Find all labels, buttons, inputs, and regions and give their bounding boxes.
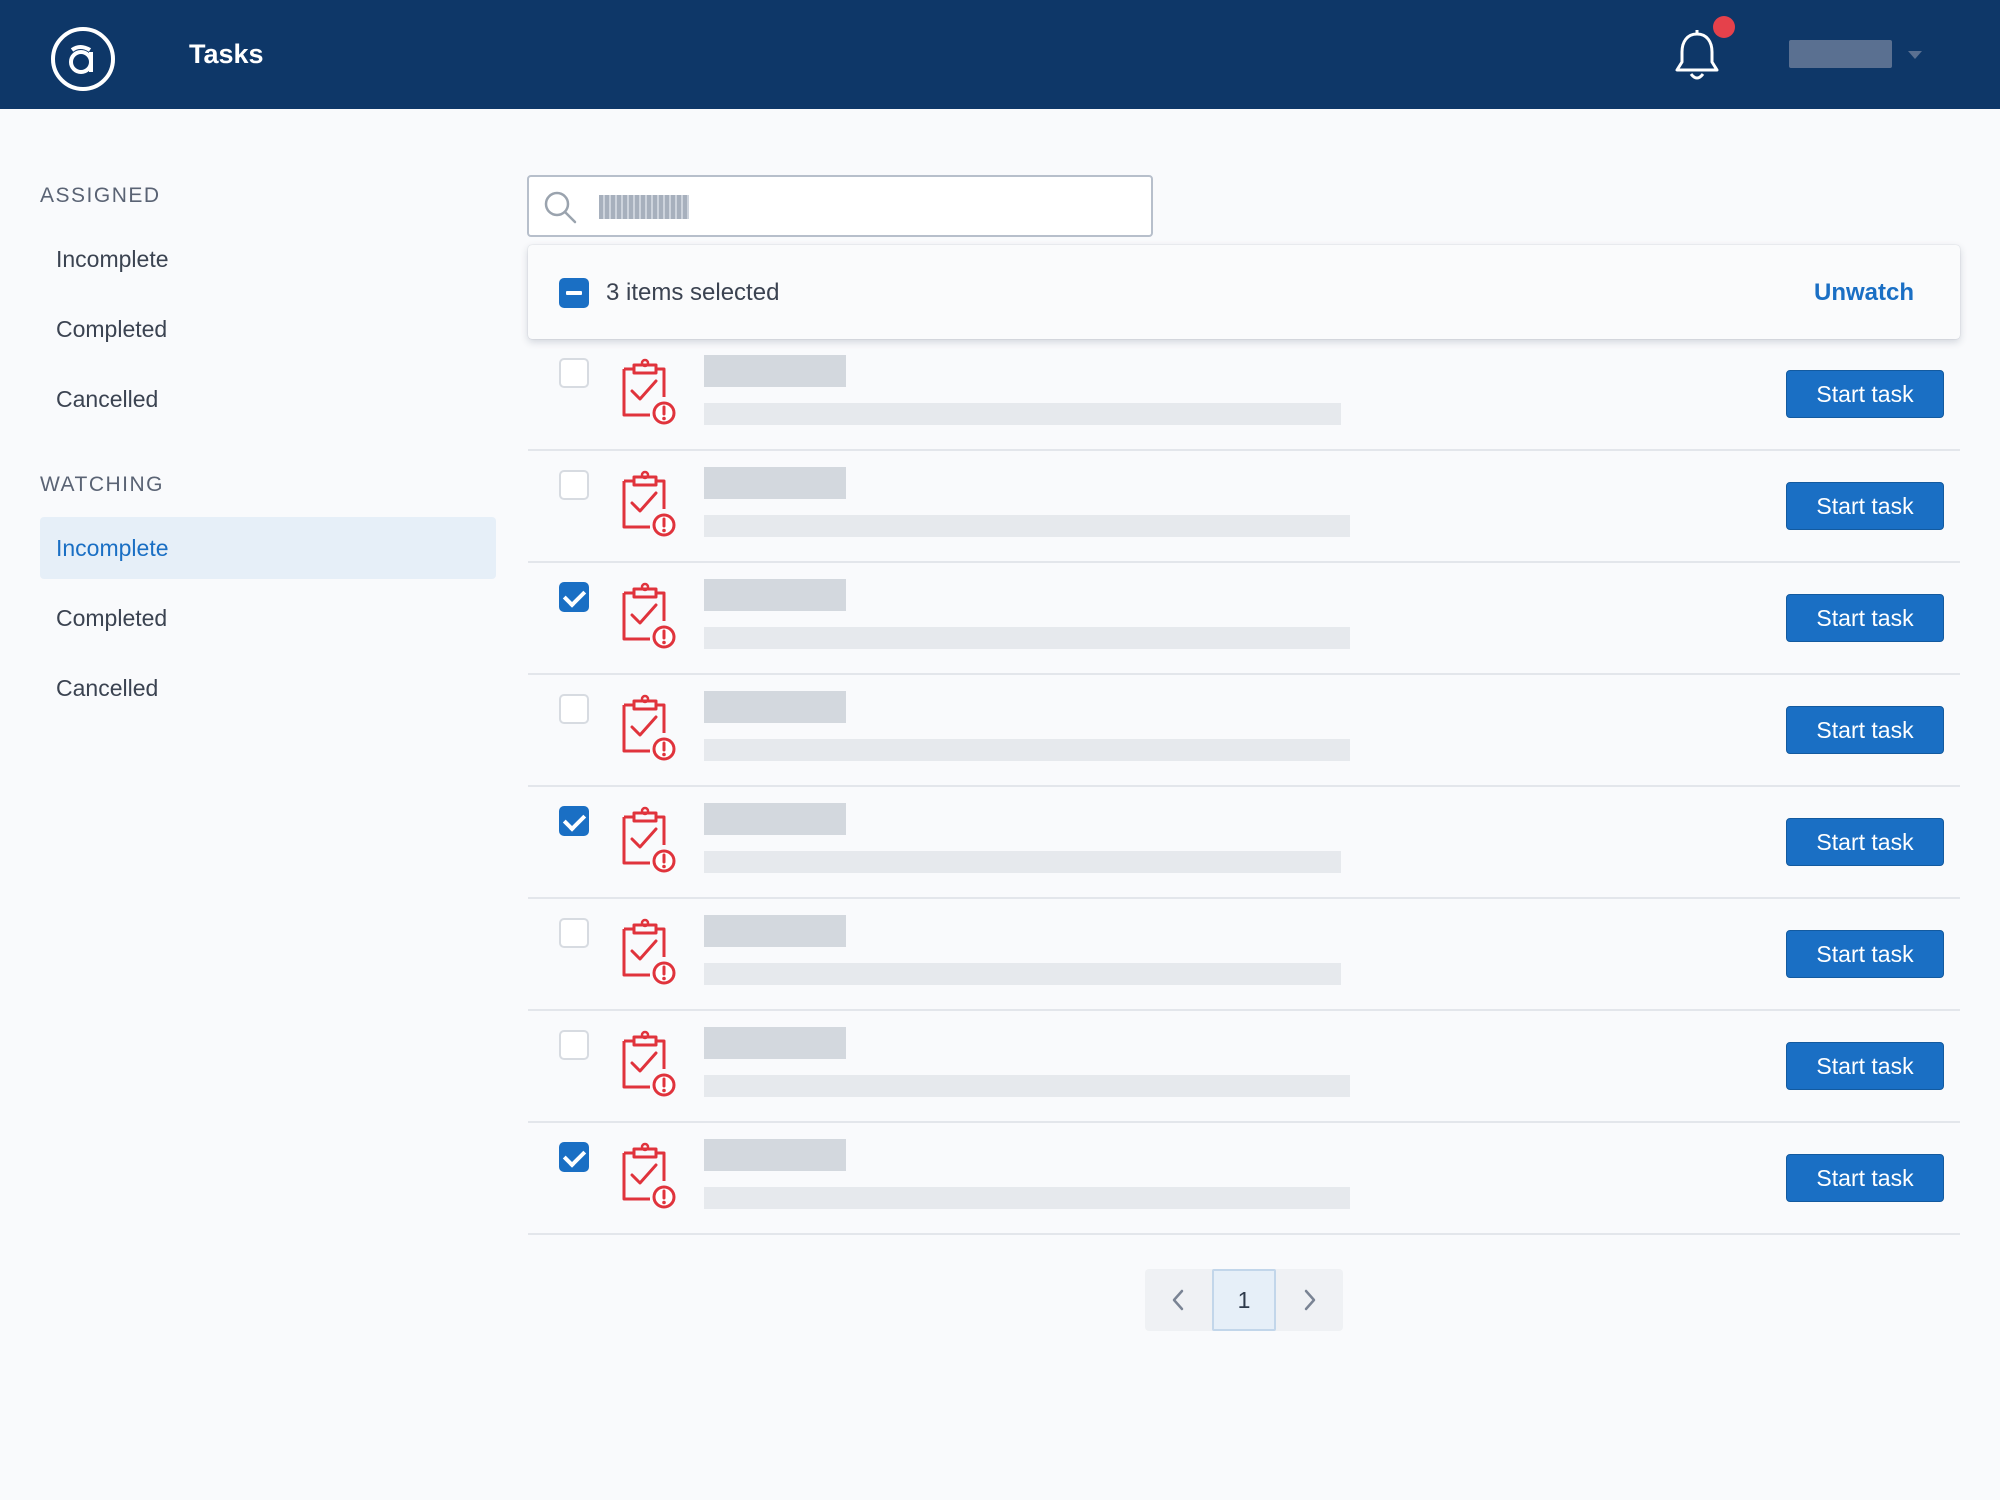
previous-page-button[interactable] [1145, 1269, 1211, 1331]
sidebar-item-watching-incomplete[interactable]: Incomplete [40, 517, 496, 579]
start-task-button[interactable]: Start task [1786, 706, 1944, 754]
start-task-button[interactable]: Start task [1786, 370, 1944, 418]
task-row[interactable]: Start task [528, 1123, 1960, 1235]
task-row[interactable]: Start task [528, 787, 1960, 899]
clipboard-alert-icon [622, 470, 676, 537]
notification-badge [1713, 16, 1735, 38]
task-row[interactable]: Start task [528, 563, 1960, 675]
next-page-button[interactable] [1277, 1269, 1343, 1331]
task-description-placeholder [704, 515, 1350, 537]
task-title-placeholder [704, 355, 846, 387]
chevron-right-icon [1304, 1289, 1316, 1311]
task-description-placeholder [704, 627, 1350, 649]
clipboard-alert-icon [622, 694, 676, 761]
task-row[interactable]: Start task [528, 451, 1960, 563]
unwatch-button[interactable]: Unwatch [1814, 278, 1914, 308]
chevron-down-icon [1908, 51, 1922, 59]
task-row[interactable]: Start task [528, 1011, 1960, 1123]
task-title-placeholder [704, 803, 846, 835]
start-task-button[interactable]: Start task [1786, 1042, 1944, 1090]
task-description-placeholder [704, 851, 1341, 873]
task-title-placeholder [704, 1027, 846, 1059]
task-title-placeholder [704, 467, 846, 499]
task-description-placeholder [704, 963, 1341, 985]
pagination: 1 [1145, 1269, 1343, 1331]
task-checkbox[interactable] [559, 470, 589, 500]
clipboard-alert-icon [622, 358, 676, 425]
start-task-button[interactable]: Start task [1786, 1154, 1944, 1202]
sidebar-item-assigned-completed[interactable]: Completed [40, 298, 496, 360]
sidebar-item-assigned-cancelled[interactable]: Cancelled [40, 368, 496, 430]
task-checkbox[interactable] [559, 358, 589, 388]
clipboard-alert-icon [622, 582, 676, 649]
search-input[interactable] [527, 175, 1153, 237]
page-title: Tasks [189, 39, 264, 69]
chevron-left-icon [1172, 1289, 1184, 1311]
task-description-placeholder [704, 1075, 1350, 1097]
bulk-selection-bar: 3 items selected Unwatch [528, 245, 1960, 339]
sidebar-heading-watching: WATCHING [40, 473, 164, 496]
start-task-button[interactable]: Start task [1786, 818, 1944, 866]
task-title-placeholder [704, 691, 846, 723]
task-description-placeholder [704, 1187, 1350, 1209]
task-checkbox[interactable] [559, 1030, 589, 1060]
task-title-placeholder [704, 579, 846, 611]
sidebar-item-assigned-incomplete[interactable]: Incomplete [40, 228, 496, 290]
search-icon [544, 191, 577, 224]
task-row[interactable]: Start task [528, 339, 1960, 451]
clipboard-alert-icon [622, 806, 676, 873]
task-checkbox[interactable] [559, 582, 589, 612]
start-task-button[interactable]: Start task [1786, 930, 1944, 978]
task-checkbox[interactable] [559, 1142, 589, 1172]
app-logo-icon[interactable] [50, 26, 116, 92]
user-name-placeholder [1789, 40, 1892, 68]
task-checkbox[interactable] [559, 694, 589, 724]
start-task-button[interactable]: Start task [1786, 594, 1944, 642]
clipboard-alert-icon [622, 1142, 676, 1209]
page-number-button[interactable]: 1 [1212, 1269, 1276, 1331]
search-placeholder-text [599, 195, 689, 219]
selection-count: 3 items selected [606, 279, 780, 306]
user-menu[interactable] [1789, 40, 1925, 70]
bell-icon[interactable] [1672, 28, 1722, 84]
sidebar-item-watching-completed[interactable]: Completed [40, 587, 496, 649]
task-checkbox[interactable] [559, 918, 589, 948]
select-all-checkbox[interactable] [559, 278, 589, 308]
clipboard-alert-icon [622, 1030, 676, 1097]
task-description-placeholder [704, 739, 1350, 761]
task-description-placeholder [704, 403, 1341, 425]
clipboard-alert-icon [622, 918, 676, 985]
sidebar-heading-assigned: ASSIGNED [40, 184, 161, 207]
task-title-placeholder [704, 1139, 846, 1171]
task-row[interactable]: Start task [528, 899, 1960, 1011]
top-navigation-bar: Tasks [0, 0, 2000, 109]
task-title-placeholder [704, 915, 846, 947]
sidebar-item-watching-cancelled[interactable]: Cancelled [40, 657, 496, 719]
task-checkbox[interactable] [559, 806, 589, 836]
task-row[interactable]: Start task [528, 675, 1960, 787]
start-task-button[interactable]: Start task [1786, 482, 1944, 530]
